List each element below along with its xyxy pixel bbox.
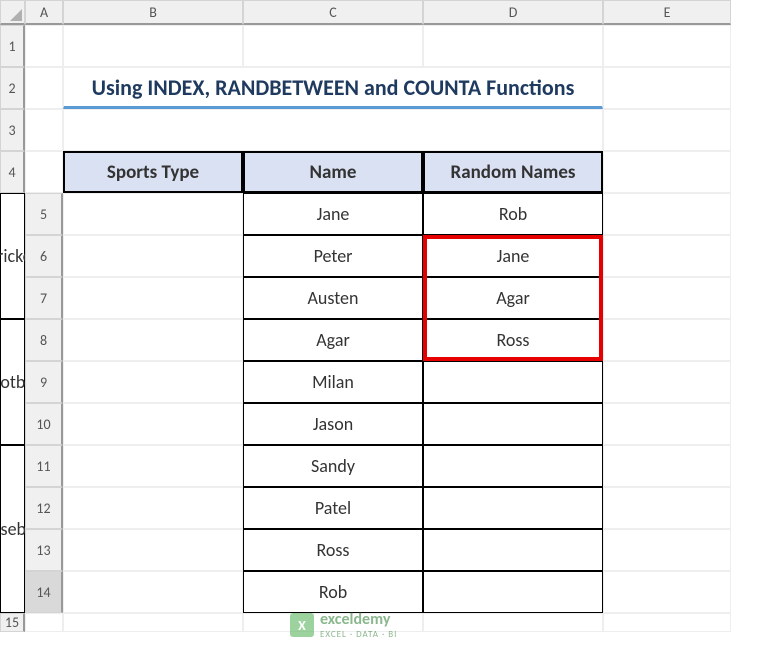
cell-E13[interactable]: [603, 529, 731, 571]
title-spacer: [63, 109, 603, 151]
name-cell[interactable]: Rob: [243, 571, 423, 613]
watermark-tagline: EXCEL · DATA · BI: [320, 629, 397, 640]
random-name-cell[interactable]: Rob: [423, 193, 603, 235]
cell-E8[interactable]: [603, 319, 731, 361]
row-header-6[interactable]: 6: [25, 235, 63, 277]
name-cell[interactable]: Jane: [243, 193, 423, 235]
cell-B15[interactable]: [63, 613, 243, 632]
cell-B1[interactable]: [63, 25, 243, 67]
row-header-14[interactable]: 14: [25, 571, 63, 613]
row-header-8[interactable]: 8: [25, 319, 63, 361]
cell-D1[interactable]: [423, 25, 603, 67]
row-header-13[interactable]: 13: [25, 529, 63, 571]
name-cell[interactable]: Peter: [243, 235, 423, 277]
row-header-15[interactable]: 15: [0, 613, 25, 632]
name-cell[interactable]: Jason: [243, 403, 423, 445]
name-cell[interactable]: Austen: [243, 277, 423, 319]
random-name-empty[interactable]: [423, 403, 603, 445]
cell-E11[interactable]: [603, 445, 731, 487]
cell-A11[interactable]: [63, 445, 243, 487]
cell-C1[interactable]: [243, 25, 423, 67]
random-name-empty[interactable]: [423, 445, 603, 487]
cell-A9[interactable]: [63, 361, 243, 403]
col-header-E[interactable]: E: [603, 0, 731, 25]
cell-E12[interactable]: [603, 487, 731, 529]
name-cell[interactable]: Ross: [243, 529, 423, 571]
col-header-D[interactable]: D: [423, 0, 603, 25]
col-header-A[interactable]: A: [25, 0, 63, 25]
sports-cell-cricket[interactable]: Cricket: [0, 193, 25, 319]
sports-cell-football[interactable]: Football: [0, 319, 25, 445]
row-header-11[interactable]: 11: [25, 445, 63, 487]
random-name-cell[interactable]: Agar: [423, 277, 603, 319]
cell-A5[interactable]: [63, 193, 243, 235]
header-name[interactable]: Name: [243, 151, 423, 193]
cell-E5[interactable]: [603, 193, 731, 235]
random-name-empty[interactable]: [423, 361, 603, 403]
cell-E15[interactable]: [603, 613, 731, 632]
watermark-brand: exceldemy: [320, 610, 397, 629]
cell-A7[interactable]: [63, 277, 243, 319]
cell-A6[interactable]: [63, 235, 243, 277]
random-name-cell[interactable]: Jane: [423, 235, 603, 277]
cell-E3[interactable]: [603, 109, 731, 151]
excel-icon: X: [290, 613, 314, 637]
watermark: X exceldemy EXCEL · DATA · BI: [290, 610, 397, 640]
row-header-7[interactable]: 7: [25, 277, 63, 319]
cell-E10[interactable]: [603, 403, 731, 445]
cell-E4[interactable]: [603, 151, 731, 193]
cell-A12[interactable]: [63, 487, 243, 529]
name-cell[interactable]: Patel: [243, 487, 423, 529]
random-name-empty[interactable]: [423, 571, 603, 613]
sports-cell-baseball[interactable]: Baseball: [0, 445, 25, 613]
cell-A10[interactable]: [63, 403, 243, 445]
cell-A1[interactable]: [25, 25, 63, 67]
cell-E2[interactable]: [603, 67, 731, 109]
row-header-12[interactable]: 12: [25, 487, 63, 529]
header-random-names[interactable]: Random Names: [423, 151, 603, 193]
row-header-2[interactable]: 2: [0, 67, 25, 109]
cell-D15[interactable]: [423, 613, 603, 632]
row-header-9[interactable]: 9: [25, 361, 63, 403]
cell-A14[interactable]: [63, 571, 243, 613]
row-header-10[interactable]: 10: [25, 403, 63, 445]
name-cell[interactable]: Sandy: [243, 445, 423, 487]
cell-E7[interactable]: [603, 277, 731, 319]
cell-A4[interactable]: [25, 151, 63, 193]
cell-A15[interactable]: [25, 613, 63, 632]
select-all-corner[interactable]: [0, 0, 25, 25]
name-cell[interactable]: Agar: [243, 319, 423, 361]
cell-A3[interactable]: [25, 109, 63, 151]
page-title: Using INDEX, RANDBETWEEN and COUNTA Func…: [63, 67, 603, 109]
cell-E6[interactable]: [603, 235, 731, 277]
cell-A2[interactable]: [25, 67, 63, 109]
random-name-empty[interactable]: [423, 529, 603, 571]
header-sports-type[interactable]: Sports Type: [63, 151, 243, 193]
random-name-empty[interactable]: [423, 487, 603, 529]
row-header-4[interactable]: 4: [0, 151, 25, 193]
cell-E9[interactable]: [603, 361, 731, 403]
cell-E1[interactable]: [603, 25, 731, 67]
row-header-5[interactable]: 5: [25, 193, 63, 235]
row-header-1[interactable]: 1: [0, 25, 25, 67]
name-cell[interactable]: Milan: [243, 361, 423, 403]
random-name-cell[interactable]: Ross: [423, 319, 603, 361]
cell-A8[interactable]: [63, 319, 243, 361]
cell-E14[interactable]: [603, 571, 731, 613]
col-header-C[interactable]: C: [243, 0, 423, 25]
col-header-B[interactable]: B: [63, 0, 243, 25]
spreadsheet-grid: A B C D E 1 2 Using INDEX, RANDBETWEEN a…: [0, 0, 768, 632]
cell-A13[interactable]: [63, 529, 243, 571]
row-header-3[interactable]: 3: [0, 109, 25, 151]
